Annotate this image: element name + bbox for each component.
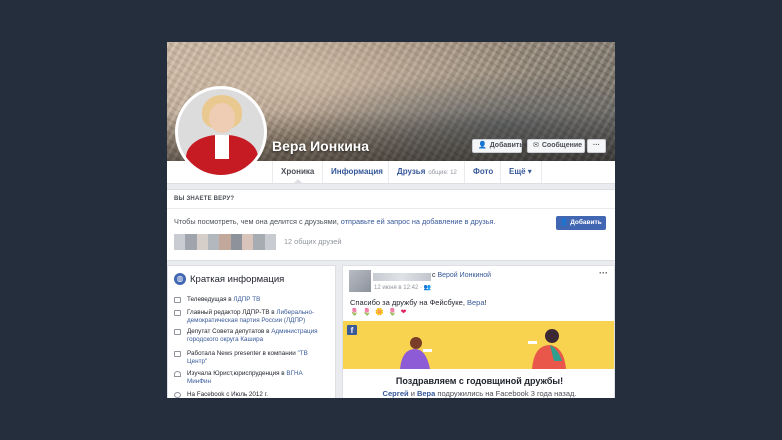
- intro-title: Краткая информация: [190, 274, 285, 285]
- add-friend-icon: 👤: [560, 219, 571, 226]
- message-button[interactable]: ✉ Сообщение: [527, 139, 585, 153]
- mutual-friends-avatars[interactable]: [174, 234, 276, 250]
- facebook-icon: f: [347, 325, 357, 335]
- tab-friends[interactable]: Друзья общие: 12: [388, 161, 464, 183]
- add-friend-button-secondary[interactable]: 👤 Добавить: [556, 216, 606, 230]
- author-name-blurred[interactable]: [373, 273, 431, 281]
- profile-picture[interactable]: [175, 86, 267, 178]
- globe-icon: ◍: [174, 273, 186, 285]
- friendversary-illustration[interactable]: f: [343, 321, 614, 369]
- intro-box: ◍ Краткая информация Телеведущая в ЛДПР …: [167, 265, 336, 398]
- do-you-know-heading: ВЫ ЗНАЕТЕ ВЕРУ?: [174, 196, 235, 202]
- send-request-link[interactable]: отправьте ей запрос на добавление в друз…: [341, 217, 496, 226]
- do-you-know-box: ВЫ ЗНАЕТЕ ВЕРУ? Чтобы посмотреть, чем он…: [167, 189, 615, 261]
- friendversary-subtitle: Сергей и Вера подружились на Facebook 3 …: [382, 389, 577, 398]
- friendversary-title: Поздравляем с годовщиной дружбы!: [395, 376, 564, 386]
- person-left-illustration: [400, 337, 432, 369]
- tab-photos[interactable]: Фото: [464, 161, 500, 183]
- tab-timeline[interactable]: Хроника: [272, 161, 322, 183]
- tab-about[interactable]: Информация: [322, 161, 388, 183]
- clock-icon: [174, 392, 181, 398]
- more-options-button[interactable]: ···: [587, 139, 606, 153]
- friendship-post: с Верой Ионкиной 12 июня в 12:42 · 👥 ···…: [342, 265, 615, 398]
- briefcase-icon: [174, 329, 181, 335]
- graduation-cap-icon: [174, 371, 181, 377]
- post-date[interactable]: 12 июня в 12:42 · 👥: [374, 284, 431, 291]
- add-friend-button[interactable]: 👤 Добавить: [472, 139, 524, 153]
- mutual-friends-count[interactable]: 12 общих друзей: [284, 237, 341, 246]
- post-with: с Верой Ионкиной: [432, 272, 492, 279]
- profile-name[interactable]: Вера Ионкина: [272, 138, 369, 154]
- tagged-friend-link[interactable]: Верой Ионкиной: [437, 272, 491, 279]
- post-options-button[interactable]: ···: [599, 268, 608, 278]
- facebook-profile-page: Вера Ионкина 👤 Добавить ✉ Сообщение ··· …: [167, 42, 615, 398]
- briefcase-icon: [174, 351, 181, 357]
- tab-more[interactable]: Ещё ▾: [500, 161, 542, 183]
- author-avatar[interactable]: [349, 270, 371, 292]
- audience-icon: 👥: [423, 285, 432, 291]
- person-right-illustration: [528, 329, 566, 369]
- messenger-icon: ✉: [533, 142, 539, 149]
- post-emoji: 🌷 🌷 🌼 🌷 ❤: [350, 309, 408, 316]
- friend-request-prompt: Чтобы посмотреть, чем она делится с друз…: [174, 217, 496, 226]
- post-message: Спасибо за дружбу на Фейсбуке, Вера!: [350, 298, 487, 307]
- add-friend-icon: 👤: [478, 142, 487, 149]
- briefcase-icon: [174, 310, 181, 316]
- briefcase-icon: [174, 297, 181, 303]
